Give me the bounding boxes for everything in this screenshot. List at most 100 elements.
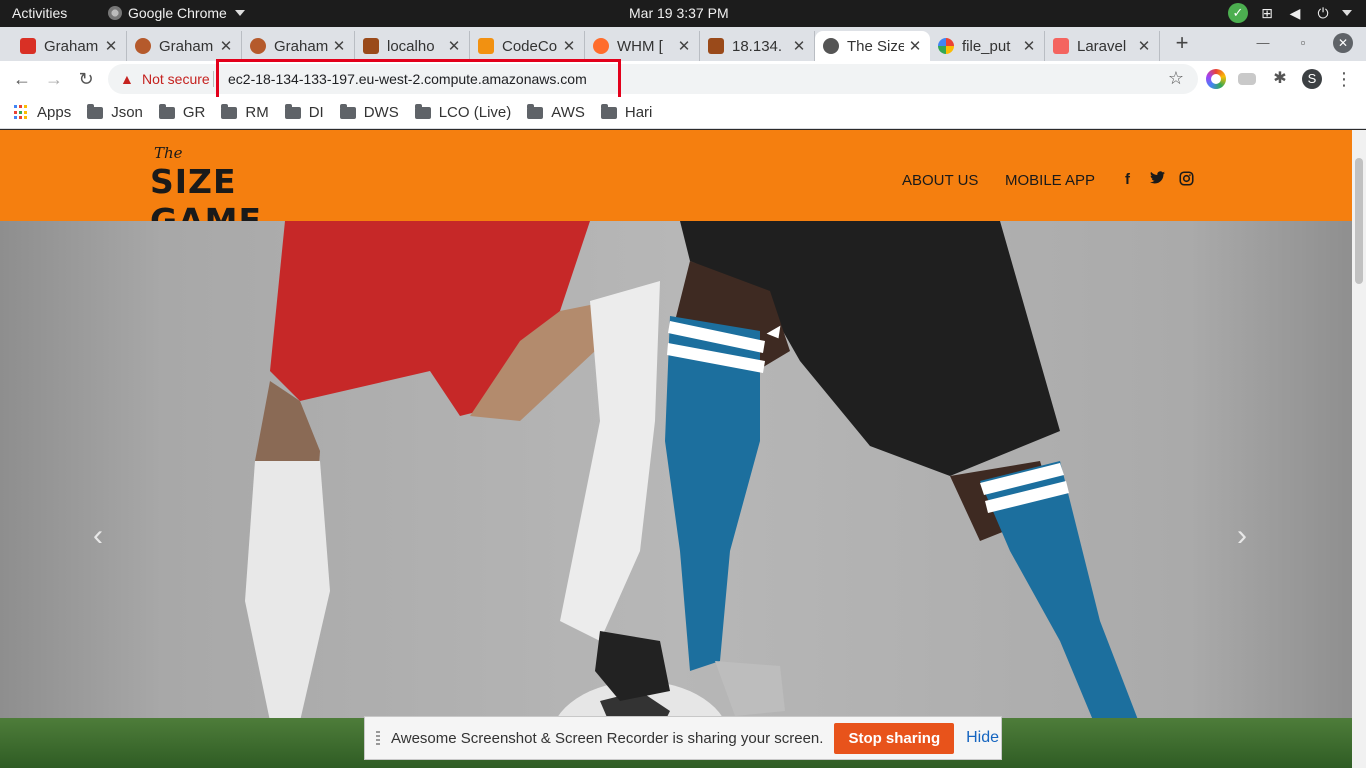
close-tab-icon[interactable]: ✕ bbox=[447, 37, 461, 55]
window-close-icon[interactable]: ✕ bbox=[1333, 33, 1353, 53]
folder-icon bbox=[158, 103, 175, 119]
folder-icon bbox=[339, 103, 356, 119]
bookmark-folder-rm[interactable]: RM bbox=[221, 103, 269, 121]
tab-2[interactable]: Graham ✕ bbox=[242, 31, 355, 61]
shield-check-icon[interactable]: ✓ bbox=[1228, 3, 1248, 23]
tab-1[interactable]: Graham ✕ bbox=[127, 31, 242, 61]
profile-avatar[interactable]: S bbox=[1302, 69, 1322, 89]
tab-6[interactable]: 18.134. ✕ bbox=[700, 31, 815, 61]
bookmark-label: AWS bbox=[551, 104, 585, 121]
bookmark-folder-json[interactable]: Json bbox=[87, 103, 143, 121]
tab-favicon-icon bbox=[363, 38, 379, 54]
scrollbar-thumb[interactable] bbox=[1355, 158, 1363, 284]
tab-5[interactable]: WHM [ ✕ bbox=[585, 31, 700, 61]
bookmark-folder-lco-live[interactable]: LCO (Live) bbox=[414, 103, 511, 121]
logo-the-text: The bbox=[154, 144, 183, 162]
tab-0[interactable]: Graham ✕ bbox=[12, 31, 127, 61]
power-icon[interactable]: ⏻ bbox=[1314, 4, 1332, 22]
facebook-icon[interactable]: f bbox=[1125, 171, 1130, 188]
tray-caret-icon[interactable] bbox=[1342, 10, 1352, 16]
bookmark-label: Hari bbox=[624, 104, 653, 121]
bookmark-label: DWS bbox=[363, 104, 399, 121]
activities-button[interactable]: Activities bbox=[12, 5, 67, 21]
page-scrollbar[interactable] bbox=[1352, 130, 1366, 768]
extensions-puzzle-icon[interactable]: ✱ bbox=[1270, 69, 1290, 89]
system-tray[interactable]: ✓ ⊞ ◀ ⏻ bbox=[1228, 3, 1352, 23]
app-menu[interactable]: Google Chrome bbox=[108, 5, 245, 21]
extension-badge-icon[interactable] bbox=[1238, 73, 1256, 85]
nav-mobile-app[interactable]: MOBILE APP bbox=[1005, 172, 1095, 189]
close-tab-icon[interactable]: ✕ bbox=[908, 37, 922, 55]
new-tab-icon[interactable]: + bbox=[1172, 32, 1192, 56]
tab-favicon-icon bbox=[135, 38, 151, 54]
warning-icon[interactable]: ▲ bbox=[120, 71, 134, 87]
twitter-icon[interactable] bbox=[1150, 171, 1165, 188]
bookmark-label: Apps bbox=[37, 104, 72, 121]
bookmark-apps[interactable]: Apps bbox=[14, 104, 71, 121]
network-icon[interactable]: ⊞ bbox=[1258, 4, 1276, 22]
tab-favicon-icon bbox=[478, 38, 494, 54]
close-tab-icon[interactable]: ✕ bbox=[792, 37, 806, 55]
app-menu-label: Google Chrome bbox=[128, 5, 227, 21]
minimize-icon[interactable]: — bbox=[1253, 33, 1273, 53]
hide-button[interactable]: Hide bbox=[966, 729, 999, 747]
close-tab-icon[interactable]: ✕ bbox=[1022, 37, 1036, 55]
tab-3[interactable]: localho ✕ bbox=[355, 31, 470, 61]
carousel-next-icon[interactable]: › bbox=[1237, 519, 1247, 553]
tab-favicon-icon bbox=[708, 38, 724, 54]
bookmark-label: Json bbox=[111, 104, 143, 121]
caret-down-icon bbox=[234, 10, 245, 16]
close-tab-icon[interactable]: ✕ bbox=[332, 37, 346, 55]
carousel-prev-icon[interactable]: ‹ bbox=[93, 519, 103, 553]
color-extension-icon[interactable] bbox=[1206, 69, 1226, 89]
clock[interactable]: Mar 19 3:37 PM bbox=[629, 5, 729, 21]
folder-icon bbox=[527, 103, 544, 119]
system-top-bar: Activities Google Chrome Mar 19 3:37 PM … bbox=[0, 0, 1366, 27]
bookmark-label: DI bbox=[308, 104, 324, 121]
close-tab-icon[interactable]: ✕ bbox=[1137, 37, 1151, 55]
tab-title: Graham bbox=[159, 37, 214, 55]
chrome-icon bbox=[108, 6, 122, 20]
close-tab-icon[interactable]: ✕ bbox=[219, 37, 233, 55]
tab-9[interactable]: Laravel ✕ bbox=[1045, 31, 1160, 61]
tab-4[interactable]: CodeCo ✕ bbox=[470, 31, 585, 61]
maximize-icon[interactable]: ▫ bbox=[1293, 33, 1313, 53]
close-tab-icon[interactable]: ✕ bbox=[562, 37, 576, 55]
bookmark-folder-gr[interactable]: GR bbox=[158, 103, 206, 121]
nav-about-us[interactable]: ABOUT US bbox=[902, 172, 978, 189]
tab-8[interactable]: file_put ✕ bbox=[930, 31, 1045, 61]
not-secure-label[interactable]: Not secure bbox=[142, 71, 210, 87]
screen-sharing-bar: Awesome Screenshot & Screen Recorder is … bbox=[364, 716, 1002, 760]
menu-kebab-icon[interactable]: ⋮ bbox=[1334, 69, 1354, 89]
stop-sharing-button[interactable]: Stop sharing bbox=[834, 722, 955, 754]
bookmark-folder-di[interactable]: DI bbox=[284, 103, 324, 121]
hero-carousel-image: ‹ › bbox=[0, 221, 1352, 768]
site-logo[interactable]: The SIZE GAME bbox=[150, 144, 355, 240]
instagram-icon[interactable] bbox=[1179, 171, 1194, 190]
tab-favicon-icon bbox=[938, 38, 954, 54]
folder-icon bbox=[600, 103, 617, 119]
bookmark-star-icon[interactable]: ☆ bbox=[1168, 68, 1184, 89]
tab-title: 18.134. bbox=[732, 37, 783, 55]
web-page: The SIZE GAME ABOUT US MOBILE APP f bbox=[0, 130, 1352, 768]
close-tab-icon[interactable]: ✕ bbox=[104, 37, 118, 55]
site-header: The SIZE GAME ABOUT US MOBILE APP f bbox=[0, 130, 1352, 240]
tab-strip: Graham ✕ Graham ✕ Graham ✕ localho ✕ Cod… bbox=[0, 27, 1366, 61]
forward-icon[interactable]: → bbox=[43, 68, 65, 90]
back-icon[interactable]: ← bbox=[11, 68, 33, 90]
volume-icon[interactable]: ◀ bbox=[1286, 4, 1304, 22]
drag-handle-icon[interactable] bbox=[376, 731, 380, 745]
tab-title: WHM [ bbox=[617, 37, 663, 55]
close-tab-icon[interactable]: ✕ bbox=[677, 37, 691, 55]
tab-7-active[interactable]: The Size ✕ bbox=[815, 31, 930, 61]
tab-favicon-icon bbox=[1053, 38, 1069, 54]
tab-favicon-icon bbox=[593, 38, 609, 54]
bookmark-folder-hari[interactable]: Hari bbox=[600, 103, 653, 121]
apps-grid-icon bbox=[14, 105, 29, 120]
tab-favicon-icon bbox=[250, 38, 266, 54]
reload-icon[interactable]: ↻ bbox=[75, 68, 97, 90]
bookmark-folder-dws[interactable]: DWS bbox=[339, 103, 399, 121]
soccer-players-illustration bbox=[240, 221, 1150, 768]
bookmark-label: GR bbox=[182, 104, 206, 121]
bookmark-folder-aws[interactable]: AWS bbox=[527, 103, 585, 121]
